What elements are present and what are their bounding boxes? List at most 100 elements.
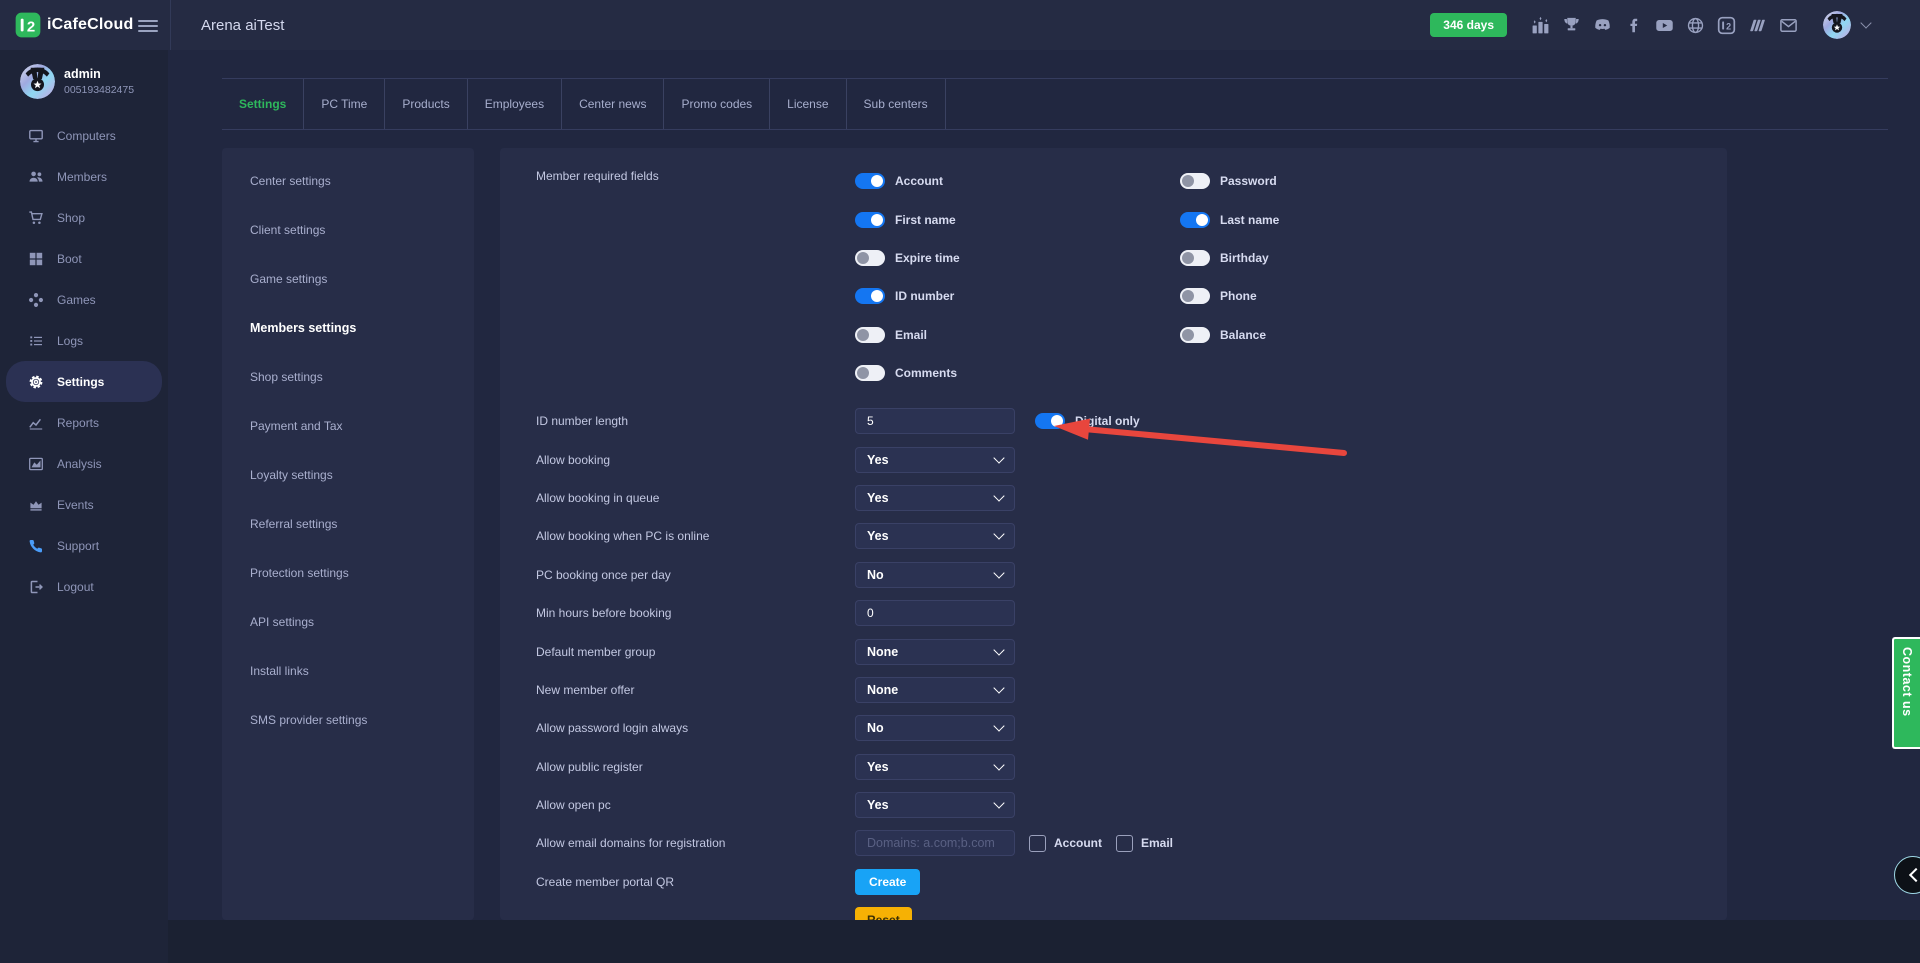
min-hours-before-booking-input[interactable] bbox=[855, 600, 1015, 626]
menu-client-settings[interactable]: Client settings bbox=[222, 205, 474, 254]
contact-us-ribbon[interactable]: Contact us bbox=[1892, 637, 1920, 749]
icafecloud-logo-icon[interactable]: 2 bbox=[15, 12, 41, 38]
account-checkbox[interactable] bbox=[1029, 835, 1046, 852]
members-icon bbox=[28, 168, 45, 185]
sidebar-item-reports[interactable]: Reports bbox=[6, 402, 162, 443]
icafe-logo-icon[interactable]: 2 bbox=[1716, 15, 1736, 35]
sidebar-item-logs[interactable]: Logs bbox=[6, 320, 162, 361]
user-id: 005193482475 bbox=[64, 84, 134, 96]
menu-sms-provider-settings[interactable]: SMS provider settings bbox=[222, 695, 474, 744]
tab-sub-centers[interactable]: Sub centers bbox=[847, 79, 946, 129]
create-portal-qr-button[interactable]: Create bbox=[855, 869, 920, 895]
new-member-offer-select[interactable]: None bbox=[855, 677, 1015, 703]
tab-bar: Settings PC Time Products Employees Cent… bbox=[222, 78, 1888, 130]
account-chevron-down-icon[interactable] bbox=[1860, 17, 1871, 28]
layers-icon[interactable] bbox=[1747, 15, 1767, 35]
chevron-down-icon bbox=[993, 721, 1004, 732]
sidebar-item-computers[interactable]: Computers bbox=[6, 115, 162, 156]
menu-payment-and-tax[interactable]: Payment and Tax bbox=[222, 401, 474, 450]
toggle-phone[interactable] bbox=[1180, 288, 1210, 304]
trophy-icon[interactable] bbox=[1561, 15, 1581, 35]
toggle-birthday[interactable] bbox=[1180, 250, 1210, 266]
user-avatar[interactable] bbox=[1823, 11, 1851, 39]
tab-settings[interactable]: Settings bbox=[222, 79, 304, 129]
toggle-account[interactable] bbox=[855, 173, 885, 189]
menu-members-settings[interactable]: Members settings bbox=[222, 303, 474, 352]
games-icon bbox=[28, 291, 45, 308]
username: admin bbox=[64, 67, 134, 81]
allow-password-login-always-select[interactable]: No bbox=[855, 715, 1015, 741]
toggle-last-name[interactable] bbox=[1180, 212, 1210, 228]
chevron-down-icon bbox=[993, 529, 1004, 540]
chevron-down-icon bbox=[993, 567, 1004, 578]
tab-center-news[interactable]: Center news bbox=[562, 79, 664, 129]
ranking-icon[interactable] bbox=[1530, 15, 1550, 35]
license-days-badge[interactable]: 346 days bbox=[1430, 13, 1507, 37]
sidebar-avatar bbox=[20, 64, 55, 99]
page-title: Arena aiTest bbox=[201, 17, 284, 34]
scroll-gutter bbox=[168, 920, 1920, 963]
sidebar-item-logout[interactable]: Logout bbox=[6, 566, 162, 607]
toggle-balance[interactable] bbox=[1180, 327, 1210, 343]
menu-referral-settings[interactable]: Referral settings bbox=[222, 499, 474, 548]
sidebar-item-games[interactable]: Games bbox=[6, 279, 162, 320]
sidebar-item-members[interactable]: Members bbox=[6, 156, 162, 197]
hamburger-menu-icon[interactable] bbox=[138, 17, 158, 35]
tab-promo-codes[interactable]: Promo codes bbox=[664, 79, 770, 129]
sidebar-item-settings[interactable]: Settings bbox=[6, 361, 162, 402]
toggle-expire-time[interactable] bbox=[855, 250, 885, 266]
svg-text:2: 2 bbox=[27, 19, 35, 36]
allow-open-pc-select[interactable]: Yes bbox=[855, 792, 1015, 818]
allow-booking-in-queue-select[interactable]: Yes bbox=[855, 485, 1015, 511]
toggle-email[interactable] bbox=[855, 327, 885, 343]
tab-pc-time[interactable]: PC Time bbox=[304, 79, 385, 129]
sidebar-item-boot[interactable]: Boot bbox=[6, 238, 162, 279]
email-checkbox[interactable] bbox=[1116, 835, 1133, 852]
tab-license[interactable]: License bbox=[770, 79, 846, 129]
tab-employees[interactable]: Employees bbox=[468, 79, 562, 129]
discord-icon[interactable] bbox=[1592, 15, 1612, 35]
reports-chart-icon bbox=[28, 414, 45, 431]
settings-gear-icon bbox=[28, 373, 45, 390]
sidebar-item-events[interactable]: Events bbox=[6, 484, 162, 525]
support-phone-icon bbox=[28, 537, 45, 554]
allow-public-register-select[interactable]: Yes bbox=[855, 754, 1015, 780]
logs-icon bbox=[28, 332, 45, 349]
pc-booking-once-per-day-select[interactable]: No bbox=[855, 562, 1015, 588]
sidebar-item-analysis[interactable]: Analysis bbox=[6, 443, 162, 484]
chevron-down-icon bbox=[993, 797, 1004, 808]
globe-icon[interactable] bbox=[1685, 15, 1705, 35]
menu-install-links[interactable]: Install links bbox=[222, 646, 474, 695]
digital-only-toggle[interactable] bbox=[1035, 413, 1065, 429]
menu-center-settings[interactable]: Center settings bbox=[222, 156, 474, 205]
logout-icon bbox=[28, 578, 45, 595]
toggle-comments[interactable] bbox=[855, 365, 885, 381]
facebook-icon[interactable] bbox=[1623, 15, 1643, 35]
default-member-group-select[interactable]: None bbox=[855, 639, 1015, 665]
toggle-first-name[interactable] bbox=[855, 212, 885, 228]
tab-products[interactable]: Products bbox=[385, 79, 467, 129]
sidebar-user[interactable]: admin 005193482475 bbox=[0, 50, 168, 99]
id-number-length-input[interactable] bbox=[855, 408, 1015, 434]
menu-shop-settings[interactable]: Shop settings bbox=[222, 352, 474, 401]
menu-game-settings[interactable]: Game settings bbox=[222, 254, 474, 303]
menu-loyalty-settings[interactable]: Loyalty settings bbox=[222, 450, 474, 499]
allow-booking-pc-online-select[interactable]: Yes bbox=[855, 523, 1015, 549]
sidebar-item-support[interactable]: Support bbox=[6, 525, 162, 566]
menu-protection-settings[interactable]: Protection settings bbox=[222, 548, 474, 597]
header: 2 iCafeCloud Arena aiTest 346 days 2 bbox=[0, 0, 1920, 50]
toggle-password[interactable] bbox=[1180, 173, 1210, 189]
sidebar-item-shop[interactable]: Shop bbox=[6, 197, 162, 238]
sidebar: admin 005193482475 Computers Members Sho… bbox=[0, 50, 168, 963]
settings-menu-panel: Center settings Client settings Game set… bbox=[222, 148, 474, 920]
youtube-icon[interactable] bbox=[1654, 15, 1674, 35]
chevron-down-icon bbox=[993, 682, 1004, 693]
reset-button[interactable]: Reset bbox=[855, 907, 912, 920]
email-domains-input[interactable] bbox=[855, 830, 1015, 856]
header-actions: 346 days 2 bbox=[1430, 11, 1920, 39]
allow-booking-select[interactable]: Yes bbox=[855, 447, 1015, 473]
menu-api-settings[interactable]: API settings bbox=[222, 597, 474, 646]
toggle-id-number[interactable] bbox=[855, 288, 885, 304]
mail-icon[interactable] bbox=[1778, 15, 1798, 35]
chevron-down-icon bbox=[993, 644, 1004, 655]
